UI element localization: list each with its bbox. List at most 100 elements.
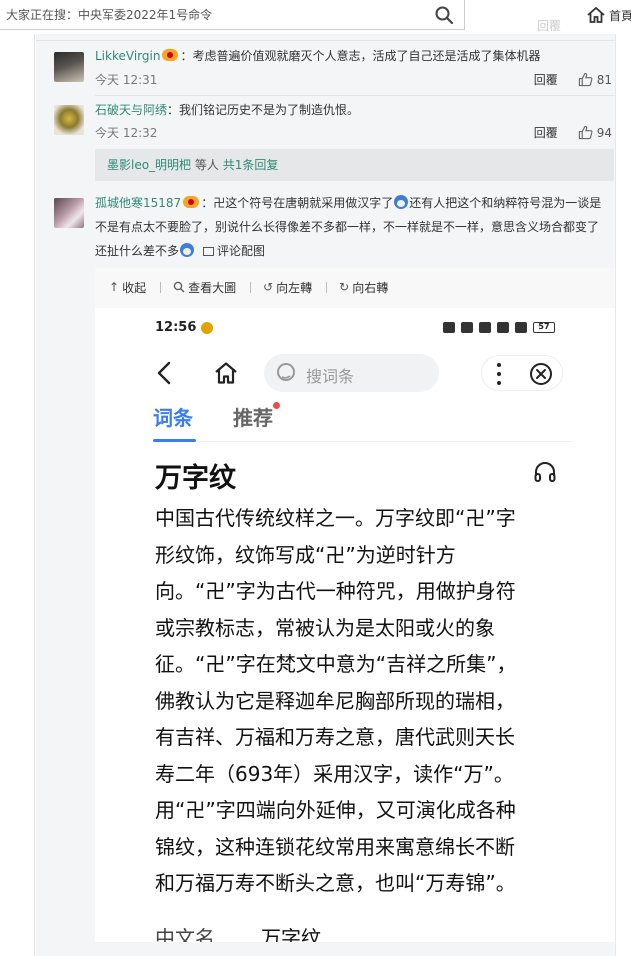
reply-middle: 等人 bbox=[191, 158, 223, 172]
battery-icon: 57 bbox=[533, 322, 555, 333]
more-icon[interactable] bbox=[497, 362, 501, 386]
home-icon bbox=[587, 6, 605, 23]
toolbar-divider bbox=[250, 281, 252, 293]
back-arrow-icon[interactable] bbox=[153, 360, 179, 386]
ghost-reply-label: 回覆 bbox=[537, 19, 562, 33]
home-label: 首頁 bbox=[609, 8, 631, 23]
entry-line: 有吉祥、万福和万寿之意，唐代武则天长 bbox=[155, 725, 515, 749]
reply-button[interactable]: 回覆 bbox=[534, 71, 558, 88]
vip-badge-icon bbox=[183, 196, 200, 208]
right-gutter bbox=[615, 34, 631, 956]
rotate-left-icon: ↺ bbox=[263, 280, 274, 294]
like-button[interactable]: 81 bbox=[578, 72, 612, 87]
tab-recommend-label: 推荐 bbox=[233, 406, 273, 430]
phone-nav: 搜词条 bbox=[95, 348, 615, 398]
comment-image-panel: ↑ 收起 查看大圖 ↺ 向左轉 ↻ 向右轉 12:56 57 搜词条 词条 推荐… bbox=[95, 268, 615, 942]
entry-line: 向。“卍”字为古代一种符咒，用做护身符 bbox=[155, 579, 516, 603]
reply-count[interactable]: 共1条回复 bbox=[223, 158, 279, 172]
comment-actions: 回覆 94 bbox=[534, 124, 612, 141]
search-icon[interactable] bbox=[434, 5, 454, 25]
rotate-right-button[interactable]: ↻ 向右轉 bbox=[339, 279, 388, 296]
status-bar: 12:56 57 bbox=[155, 320, 555, 340]
home-link[interactable]: 首頁 bbox=[586, 3, 631, 27]
notification-dot bbox=[273, 402, 280, 409]
reply-users[interactable]: 墨影leo_明明杷 bbox=[107, 158, 191, 172]
like-count: 94 bbox=[596, 125, 612, 140]
view-large-button[interactable]: 查看大圖 bbox=[173, 279, 236, 296]
top-bar: 大家正在搜：中央军委2022年1号命令 回覆 首頁 bbox=[0, 0, 631, 34]
comment-text: LikkeVirgin ：考虑普遍价值观就磨灭个人意志，活成了自己还是活成了集体机… bbox=[95, 44, 607, 68]
phone-search-input[interactable]: 搜词条 bbox=[264, 354, 439, 392]
divider bbox=[36, 40, 615, 41]
headphones-icon[interactable] bbox=[533, 460, 557, 484]
like-count: 81 bbox=[596, 72, 612, 87]
close-icon[interactable] bbox=[529, 362, 553, 386]
comment-image-label: 评论配图 bbox=[217, 244, 266, 258]
comment-body: ：我们铭记历史不是为了制造仇恨。 bbox=[167, 103, 360, 117]
search-placeholder: 大家正在搜：中央军委2022年1号命令 bbox=[6, 8, 213, 22]
reply-button[interactable]: 回覆 bbox=[534, 124, 558, 141]
avatar[interactable] bbox=[54, 198, 84, 228]
status-clock: 12:56 bbox=[155, 320, 197, 335]
arrow-up-icon: ↑ bbox=[109, 280, 120, 294]
capsule-menu bbox=[481, 355, 563, 391]
hd-icon bbox=[479, 322, 491, 333]
username[interactable]: LikkeVirgin bbox=[95, 49, 160, 63]
vip-badge-icon bbox=[162, 49, 179, 61]
phone-home-icon[interactable] bbox=[213, 360, 239, 386]
tab-entry[interactable]: 词条 bbox=[153, 402, 193, 431]
app-notification-icon bbox=[201, 322, 213, 334]
mute-icon bbox=[461, 322, 473, 333]
toolbar-divider bbox=[160, 281, 162, 293]
tab-entry-label: 词条 bbox=[153, 406, 193, 430]
rotate-right-label: 向右轉 bbox=[352, 280, 389, 295]
entry-properties: 中文名 万字纹 bbox=[155, 922, 321, 942]
wifi-icon bbox=[515, 322, 527, 333]
entry-line: 佛教认为它是释迦牟尼胸部所现的瑞相， bbox=[155, 688, 515, 713]
comment-text: 孤城他寒15187 ：卍这个符号在唐朝就采用做汉字了 还有人把这个和纳粹符号混为一谈… bbox=[95, 191, 607, 263]
rotate-left-button[interactable]: ↺ 向左轉 bbox=[263, 279, 312, 296]
rotate-right-icon: ↻ bbox=[339, 280, 350, 294]
entry-line: 形纹饰，纹饰写成“卍”为逆时针方 bbox=[155, 542, 456, 567]
entry-line: 或宗教标志，常被认为是太阳或火的象 bbox=[155, 615, 495, 640]
emoji-icon bbox=[394, 195, 409, 209]
search-input[interactable]: 大家正在搜：中央军委2022年1号命令 bbox=[0, 0, 465, 30]
comment-actions: 回覆 81 bbox=[534, 71, 612, 88]
comment-item: LikkeVirgin ：考虑普遍价值观就磨灭个人意志，活成了自己还是活成了集体机… bbox=[36, 42, 615, 96]
avatar[interactable] bbox=[54, 52, 84, 82]
toolbar-divider bbox=[326, 281, 328, 293]
property-key: 中文名 bbox=[155, 926, 215, 942]
signal-5g-icon bbox=[497, 322, 509, 333]
comment-image-link[interactable]: 评论配图 bbox=[203, 244, 265, 258]
image-icon bbox=[203, 247, 215, 256]
avatar[interactable] bbox=[54, 105, 84, 135]
username[interactable]: 石破天与阿绣 bbox=[95, 103, 167, 117]
entry-line: 中国古代传统纹样之一。万字纹即“卍”字 bbox=[155, 506, 516, 530]
collapse-button[interactable]: ↑ 收起 bbox=[109, 279, 146, 296]
like-button[interactable]: 94 bbox=[578, 125, 612, 140]
entry-title: 万字纹 bbox=[155, 463, 236, 494]
left-gutter bbox=[0, 34, 35, 956]
entry-description: 中国古代传统纹样之一。万字纹即“卍”字 形纹饰，纹饰写成“卍”为逆时针方 向。“… bbox=[155, 500, 555, 902]
phone-search-placeholder: 搜词条 bbox=[306, 367, 355, 386]
reply-summary[interactable]: 墨影leo_明明杷 等人 共1条回复 bbox=[95, 149, 614, 181]
comment-text: 石破天与阿绣：我们铭记历史不是为了制造仇恨。 bbox=[95, 98, 607, 122]
entry-line: 和万福万寿不断头之意，也叫“万寿锦”。 bbox=[155, 871, 516, 895]
tab-recommend[interactable]: 推荐 bbox=[233, 402, 280, 431]
thumbs-up-icon bbox=[578, 72, 593, 87]
view-large-label: 查看大圖 bbox=[188, 280, 237, 295]
rotate-left-label: 向左轉 bbox=[276, 280, 313, 295]
phone-tabs: 词条 推荐 bbox=[153, 398, 573, 442]
comment-item: 孤城他寒15187 ：卍这个符号在唐朝就采用做汉字了 还有人把这个和纳粹符号混为一谈… bbox=[36, 190, 615, 268]
status-icons: 57 bbox=[443, 322, 555, 333]
comment-body: ：考虑普遍价值观就磨灭个人意志，活成了自己还是活成了集体机器 bbox=[180, 49, 541, 63]
entry-line: 寿二年（693年）采用汉字，读作“万”。 bbox=[155, 761, 514, 786]
phone-screenshot: 12:56 57 搜词条 词条 推荐 万字纹 中国古代传统纹样之一。万字纹即“卍… bbox=[95, 308, 615, 942]
comment-item: 石破天与阿绣：我们铭记历史不是为了制造仇恨。 今天 12:32 回覆 94 bbox=[36, 96, 615, 150]
username[interactable]: 孤城他寒15187 bbox=[95, 196, 181, 210]
comment-time: 今天 12:31 bbox=[95, 73, 158, 87]
collapse-label: 收起 bbox=[122, 280, 147, 295]
image-toolbar: ↑ 收起 查看大圖 ↺ 向左轉 ↻ 向右轉 bbox=[95, 268, 615, 306]
alarm-icon bbox=[443, 322, 455, 333]
zoom-icon bbox=[173, 281, 185, 293]
